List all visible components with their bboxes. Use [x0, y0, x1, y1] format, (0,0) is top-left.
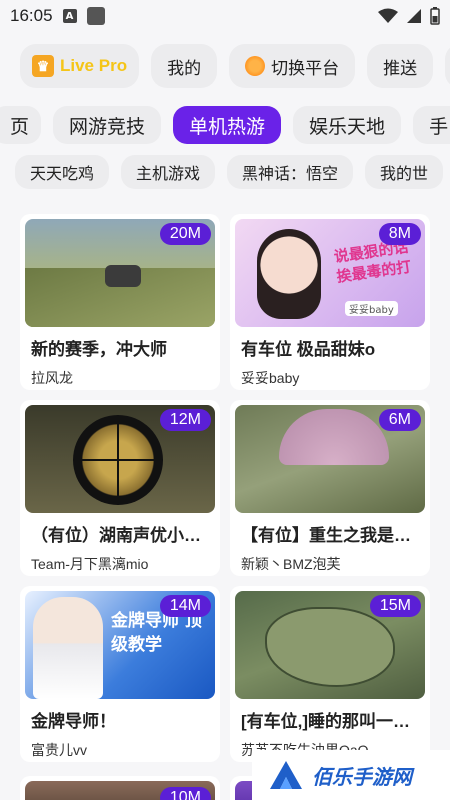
stream-card[interactable]: 说最狠的话 挨最毒的打 妥妥baby 8M 有车位 极品甜妹o 妥妥baby [230, 214, 430, 390]
viewer-count-badge: 12M [159, 409, 211, 431]
wifi-icon [378, 8, 398, 23]
streamer-portrait [257, 229, 321, 319]
tab-mobile-partial[interactable]: 手 [413, 106, 450, 144]
streamer-name: 妥妥baby [241, 370, 300, 386]
viewer-count-badge: 20M [159, 223, 211, 245]
watermark-logo-icon [270, 761, 302, 789]
switch-platform-chip[interactable]: 切换平台 [229, 44, 356, 88]
streamer-name: 新颖丶BMZ泡芙 [241, 556, 341, 572]
site-watermark: 佰乐手游网 [252, 750, 450, 800]
stream-thumbnail: 15M [235, 591, 425, 699]
stream-thumbnail: 20M [25, 219, 215, 327]
viewer-count-badge: 10M [159, 787, 211, 800]
stream-title: 金牌导师！ [31, 712, 116, 731]
streamer-name: 富贵儿vv [31, 742, 87, 758]
tab-single-player-games[interactable]: 单机热游 [173, 106, 282, 144]
stream-card[interactable]: 15M [有车位,]睡的那叫一个... 苏苏不吃牛油果QaQ [230, 586, 430, 762]
tab-entertainment[interactable]: 娱乐天地 [293, 106, 402, 144]
tab-home-partial[interactable]: 页 [0, 106, 42, 144]
push-chip[interactable]: 推送 [367, 44, 434, 88]
streamer-portrait [33, 597, 103, 699]
viewer-count-badge: 6M [378, 409, 421, 431]
stream-card[interactable]: 6M 【有位】重生之我是女... 新颖丶BMZ泡芙 [230, 400, 430, 576]
viewer-count-badge: 8M [378, 223, 421, 245]
stream-title: [有车位,]睡的那叫一个... [241, 712, 421, 731]
switch-platform-icon [245, 56, 266, 76]
viewer-count-badge: 15M [369, 595, 421, 617]
sub-tag-row: 天天吃鸡 主机游戏 黑神话：悟空 我的世 [0, 155, 450, 189]
stream-title: 【有位】重生之我是女... [241, 526, 421, 545]
parachute-graphic [279, 409, 389, 465]
live-pro-label: Live Pro [60, 56, 128, 75]
notification-square-icon [86, 7, 105, 25]
mine-chip[interactable]: 我的 [151, 44, 218, 88]
switch-platform-label: 切换平台 [271, 58, 340, 78]
stream-thumbnail: 说最狠的话 挨最毒的打 妥妥baby 8M [235, 219, 425, 327]
thumbnail-streamer-caption: 妥妥baby [345, 301, 398, 316]
tab-online-games[interactable]: 网游竞技 [53, 106, 162, 144]
viewer-count-badge: 14M [159, 595, 211, 617]
tag-console-games[interactable]: 主机游戏 [121, 155, 216, 189]
live-pro-chip[interactable]: ♛ Live Pro [20, 44, 140, 88]
tag-minecraft-partial[interactable]: 我的世 [365, 155, 444, 189]
stream-thumbnail: 10M [25, 781, 215, 800]
streamer-name: Team-月下黑漓mio [31, 556, 149, 572]
watermark-text: 佰乐手游网 [312, 766, 412, 789]
stream-title: 有车位 极品甜妹o [241, 340, 376, 359]
stream-card[interactable]: 12M （有位）湖南声优小改改 Team-月下黑漓mio [20, 400, 220, 576]
push-label: 推送 [383, 58, 418, 78]
stream-thumbnail: 6M [235, 405, 425, 513]
stream-grid: 20M 新的赛季，冲大师 拉风龙 说最狠的话 挨最毒的打 妥妥baby 8M 有… [20, 214, 435, 762]
map-graphic [265, 607, 395, 687]
more-chip-partial[interactable] [445, 44, 450, 88]
stream-card[interactable]: 20M 新的赛季，冲大师 拉风龙 [20, 214, 220, 390]
stream-thumbnail: 金牌导师 顶级教学 14M [25, 591, 215, 699]
motorbike-graphic [105, 265, 141, 287]
tag-black-myth-wukong[interactable]: 黑神话：悟空 [227, 155, 354, 189]
stream-title: 新的赛季，冲大师 [31, 340, 167, 359]
streamer-name: 拉风龙 [31, 370, 73, 386]
battery-icon [430, 7, 440, 25]
notification-app-icon: A [62, 9, 77, 23]
stream-thumbnail: 12M [25, 405, 215, 513]
category-tab-row: 页 网游竞技 单机热游 娱乐天地 手 [0, 106, 450, 146]
stream-title: （有位）湖南声优小改改 [31, 526, 211, 545]
stream-card-partial[interactable]: 10M [20, 776, 220, 800]
mine-label: 我的 [167, 58, 202, 78]
stream-card[interactable]: 金牌导师 顶级教学 14M 金牌导师！ 富贵儿vv [20, 586, 220, 762]
signal-icon [407, 9, 421, 23]
tag-pubg[interactable]: 天天吃鸡 [15, 155, 110, 189]
status-bar: 16:05 A [0, 0, 450, 32]
status-time: 16:05 [10, 6, 53, 25]
crown-icon: ♛ [32, 55, 54, 77]
platform-chip-row: ♛ Live Pro 我的 切换平台 推送 [0, 44, 450, 90]
